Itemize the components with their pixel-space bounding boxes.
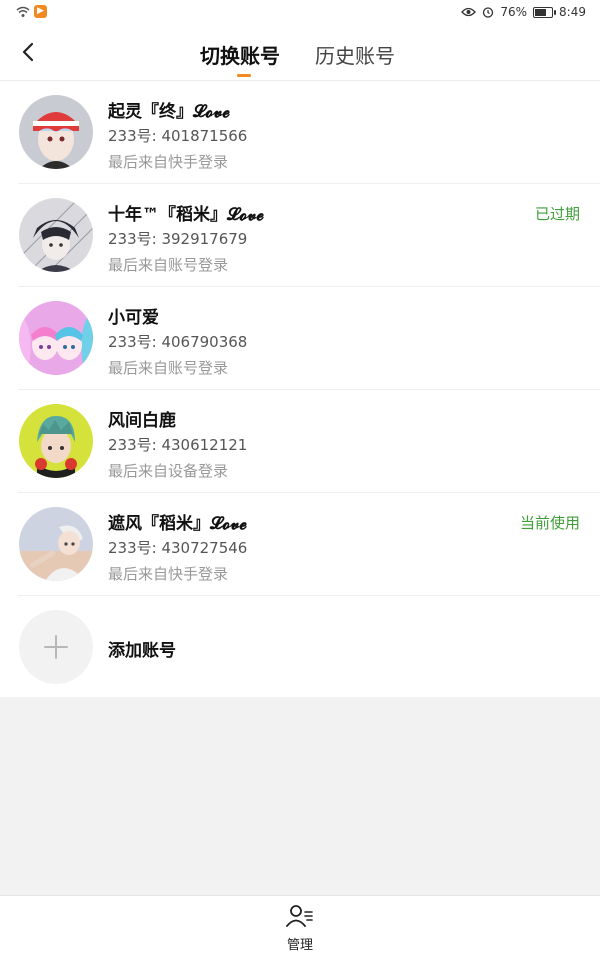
avatar <box>19 198 93 272</box>
back-button[interactable] <box>14 38 44 68</box>
last-login-source: 最后来自账号登录 <box>108 359 229 377</box>
account-id: 233号: 406790368 <box>108 333 248 351</box>
account-id: 233号: 392917679 <box>108 230 248 248</box>
back-arrow-icon <box>22 42 34 62</box>
bottom-bar: 管理 <box>0 895 600 960</box>
manage-label: 管理 <box>286 938 313 953</box>
account-item[interactable]: 小可爱 233号: 406790368 最后来自账号登录 <box>0 287 600 390</box>
account-name: 小可爱 <box>108 308 159 328</box>
account-name: 起灵『终』𝓛𝓸𝓿𝓮 <box>108 102 230 122</box>
account-id: 233号: 430727546 <box>108 539 248 557</box>
wifi-icon <box>16 6 30 17</box>
avatar <box>19 404 93 478</box>
add-account-button[interactable] <box>19 610 93 684</box>
eye-icon <box>461 7 477 17</box>
user-manage-icon <box>286 905 313 927</box>
avatar <box>19 507 93 581</box>
avatar <box>19 301 93 375</box>
battery-icon <box>533 6 557 18</box>
header: 切换账号 历史账号 <box>0 26 600 81</box>
account-id: 233号: 401871566 <box>108 127 248 145</box>
plus-icon <box>44 635 68 659</box>
account-status: 当前使用 <box>519 514 580 532</box>
active-tab-indicator <box>237 74 251 77</box>
tab-switch-account[interactable]: 切换账号 <box>200 40 280 69</box>
add-account-label: 添加账号 <box>108 641 176 661</box>
avatar <box>19 95 93 169</box>
clock: 8:49 <box>559 5 586 19</box>
account-name: 十年™『稻米』𝓛𝓸𝓿𝓮 <box>108 205 264 225</box>
status-right: 76% 8:49 <box>461 5 586 19</box>
account-list: 起灵『终』𝓛𝓸𝓿𝓮 233号: 401871566 最后来自快手登录 十年™『稻… <box>0 81 600 697</box>
account-item[interactable]: 风间白鹿 233号: 430612121 最后来自设备登录 <box>0 390 600 493</box>
account-item[interactable]: 遮风『稻米』𝓛𝓸𝓿𝓮 233号: 430727546 最后来自快手登录 当前使用 <box>0 493 600 596</box>
account-item[interactable]: 十年™『稻米』𝓛𝓸𝓿𝓮 233号: 392917679 最后来自账号登录 已过期 <box>0 184 600 287</box>
battery-percent: 76% <box>500 5 528 19</box>
last-login-source: 最后来自快手登录 <box>108 153 229 171</box>
account-name: 风间白鹿 <box>108 411 176 431</box>
status-left: ▶ <box>16 5 47 18</box>
account-id: 233号: 430612121 <box>108 436 248 454</box>
account-name: 遮风『稻米』𝓛𝓸𝓿𝓮 <box>108 514 247 534</box>
alarm-icon <box>483 7 494 18</box>
manage-button[interactable]: 管理 <box>272 904 328 956</box>
status-bar: ▶ 76% 8:49 <box>0 0 600 26</box>
tab-history-account[interactable]: 历史账号 <box>315 40 395 69</box>
last-login-source: 最后来自账号登录 <box>108 256 229 274</box>
account-item[interactable]: 起灵『终』𝓛𝓸𝓿𝓮 233号: 401871566 最后来自快手登录 <box>0 81 600 184</box>
add-account-row[interactable]: 添加账号 <box>0 596 600 697</box>
app-notification-icon: ▶ <box>34 5 47 18</box>
account-status: 已过期 <box>534 205 580 223</box>
last-login-source: 最后来自设备登录 <box>108 462 229 480</box>
last-login-source: 最后来自快手登录 <box>108 565 229 583</box>
